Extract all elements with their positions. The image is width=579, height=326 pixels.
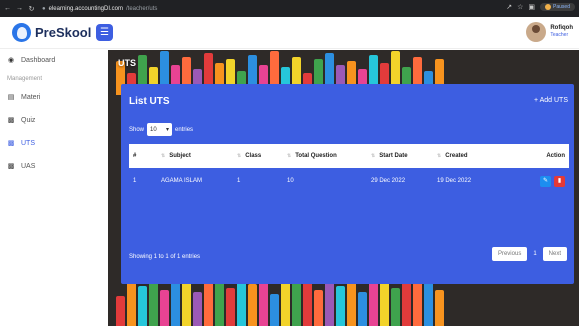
column-label: Action <box>546 153 565 159</box>
previous-button[interactable]: Previous <box>491 247 528 261</box>
logo-icon <box>12 23 31 42</box>
sort-icon: ⇅ <box>287 153 292 159</box>
chevron-down-icon: ▾ <box>166 127 170 133</box>
table-row: 1 AGAMA ISLAM 1 10 29 Dec 2022 19 Dec 20… <box>129 168 569 194</box>
uts-list-card: List UTS + Add UTS Show 10 ▾ entries # ⇅… <box>121 84 574 284</box>
cell-created: 19 Dec 2022 <box>437 178 472 184</box>
star-icon[interactable]: ☆ <box>517 3 523 11</box>
share-icon[interactable]: ↗ <box>506 3 512 11</box>
avatar <box>526 22 547 42</box>
profile-icon <box>545 4 552 10</box>
menu-toggle-button[interactable]: ☰ <box>96 24 113 41</box>
sidebar: ◉ Dashboard Management ▤ Materi ▩ Quiz ▩… <box>0 50 108 326</box>
reload-icon[interactable]: ↻ <box>27 5 36 13</box>
column-header-class[interactable]: ⇅ Class <box>233 144 283 168</box>
card-title: List UTS <box>129 96 170 107</box>
url-path: /teacher/uts <box>126 5 158 12</box>
pagination: Previous 1 Next <box>491 247 567 261</box>
column-label: Created <box>445 153 468 159</box>
table-header-row: # ⇅ Subject ⇅ Class ⇅ Total Question ⇅ Start… <box>129 144 569 168</box>
entries-label: entries <box>175 126 194 133</box>
app-logo[interactable]: PreSkool <box>12 23 91 42</box>
entries-control: Show 10 ▾ entries <box>129 123 193 136</box>
user-menu[interactable]: Rofiqoh Teacher <box>526 22 573 42</box>
sidebar-item-quiz[interactable]: ▩ Quiz <box>7 116 36 125</box>
cell-total-question: 10 <box>287 178 294 184</box>
window-icon[interactable]: ▣ <box>528 3 535 11</box>
uts-table: # ⇅ Subject ⇅ Class ⇅ Total Question ⇅ Start… <box>129 144 569 194</box>
app-header: PreSkool ☰ Rofiqoh Teacher <box>0 17 579 49</box>
sidebar-item-label: UTS <box>21 139 35 147</box>
delete-button[interactable]: ▮ <box>554 175 565 187</box>
column-header-start-date[interactable]: ⇅ Start Date <box>367 144 433 168</box>
sidebar-item-dashboard[interactable]: ◉ Dashboard <box>7 56 56 65</box>
column-header-created[interactable]: ⇅ Created <box>433 144 499 168</box>
cell-class: 1 <box>237 178 241 184</box>
column-label: # <box>133 153 137 159</box>
forward-icon[interactable]: → <box>15 5 24 12</box>
sort-icon: ⇅ <box>237 153 242 159</box>
sidebar-item-uts[interactable]: ▩ UTS <box>7 139 35 148</box>
user-name: Rofiqoh <box>550 25 573 31</box>
trash-icon: ▮ <box>557 177 562 184</box>
cell-number: 1 <box>133 178 137 184</box>
entries-select[interactable]: 10 ▾ <box>147 123 173 136</box>
column-header-total-question[interactable]: ⇅ Total Question <box>283 144 367 168</box>
sort-icon: ⇅ <box>437 153 442 159</box>
address-bar[interactable]: ● elearning.accountingDI.com/teacher/uts <box>42 6 157 12</box>
sort-icon: ⇅ <box>161 153 166 159</box>
cell-action: ✎ ▮ <box>499 168 569 194</box>
user-role: Teacher <box>550 32 569 38</box>
page-title: UTS <box>118 58 136 68</box>
table-info: Showing 1 to 1 of 1 entries <box>129 254 201 260</box>
browser-toolbar: ← → ↻ ● elearning.accountingDI.com/teach… <box>0 0 579 17</box>
show-label: Show <box>129 126 145 133</box>
sidebar-item-label: Materi <box>21 93 41 101</box>
url-host: elearning.accountingDI.com <box>48 5 124 12</box>
cell-subject: AGAMA ISLAM <box>161 178 203 184</box>
column-header-action: Action <box>499 144 569 168</box>
clipboard-icon: ▩ <box>7 140 15 147</box>
clipboard-icon: ▩ <box>7 163 15 170</box>
column-label: Subject <box>169 153 191 159</box>
column-label: Start Date <box>379 153 408 159</box>
sidebar-item-materi[interactable]: ▤ Materi <box>7 93 41 102</box>
sidebar-item-label: UAS <box>21 162 36 170</box>
book-icon: ▤ <box>7 94 15 101</box>
next-button[interactable]: Next <box>542 247 567 261</box>
add-uts-button[interactable]: + Add UTS <box>534 97 568 104</box>
page-number-button[interactable]: 1 <box>530 247 540 261</box>
lock-icon: ● <box>42 5 46 12</box>
back-icon[interactable]: ← <box>3 5 12 12</box>
sidebar-section-label: Management <box>7 76 43 82</box>
edit-icon: ✎ <box>542 177 549 184</box>
column-header-subject[interactable]: ⇅ Subject <box>157 144 233 168</box>
app-name: PreSkool <box>35 25 92 40</box>
column-label: Total Question <box>295 153 337 159</box>
cell-start-date: 29 Dec 2022 <box>371 178 406 184</box>
profile-paused-button[interactable]: Paused <box>540 3 575 11</box>
paused-label: Paused <box>553 4 570 10</box>
main-content: UTS List UTS + Add UTS Show 10 ▾ entries… <box>108 50 579 326</box>
sidebar-item-label: Quiz <box>21 116 36 124</box>
sidebar-item-label: Dashboard <box>21 56 56 64</box>
edit-button[interactable]: ✎ <box>540 175 551 187</box>
column-label: Class <box>245 153 262 159</box>
sidebar-item-uas[interactable]: ▩ UAS <box>7 162 36 171</box>
dashboard-icon: ◉ <box>7 57 15 64</box>
column-header-number[interactable]: # <box>129 144 157 168</box>
sort-icon: ⇅ <box>371 153 376 159</box>
entries-value: 10 <box>150 126 157 133</box>
clipboard-icon: ▩ <box>7 117 15 124</box>
